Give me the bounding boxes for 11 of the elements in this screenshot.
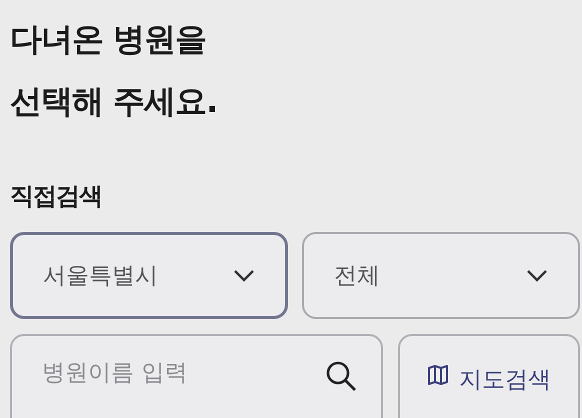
region-dropdown[interactable]: 서울특별시 bbox=[10, 232, 288, 319]
chevron-down-icon bbox=[526, 268, 548, 282]
search-icon bbox=[325, 360, 357, 392]
map-search-button[interactable]: 지도검색 bbox=[398, 334, 580, 418]
section-label: 직접검색 bbox=[10, 181, 103, 212]
map-icon bbox=[427, 364, 449, 386]
page-title: 선택해 주세요. bbox=[10, 81, 218, 122]
hospital-search-field[interactable]: 병원이름 입력 bbox=[10, 334, 383, 418]
chevron-down-icon bbox=[233, 268, 255, 282]
page-title: 다녀온 병원을 bbox=[10, 19, 208, 60]
region-dropdown[interactable]: 전체 bbox=[302, 232, 580, 319]
